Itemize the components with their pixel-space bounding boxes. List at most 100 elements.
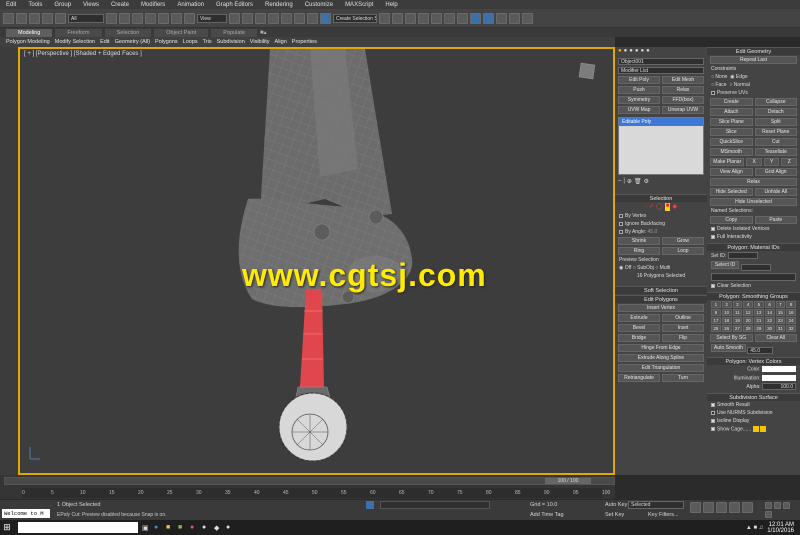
- create-tab-icon[interactable]: ●: [618, 48, 622, 56]
- play-icon[interactable]: [716, 502, 727, 513]
- auto-key-mode-dropdown[interactable]: Selected: [628, 501, 684, 509]
- constraint-face-radio[interactable]: ○ Face: [711, 82, 727, 88]
- ribbon-properties[interactable]: Properties: [292, 39, 317, 45]
- polygon-level-icon[interactable]: ■: [664, 203, 671, 211]
- toggle-ribbon-icon[interactable]: [418, 12, 429, 24]
- lock-selection-icon[interactable]: [366, 501, 374, 509]
- perspective-viewport[interactable]: [ + ] [Perspective ] [Shaded + Edged Fac…: [18, 47, 615, 475]
- smoothing-group-4-button[interactable]: 4: [743, 301, 753, 309]
- go-to-end-icon[interactable]: [742, 502, 753, 513]
- unhide-all-button[interactable]: Unhide All: [754, 188, 797, 196]
- constraint-none-radio[interactable]: ○ None: [711, 74, 727, 80]
- smooth-result-checkbox[interactable]: Smooth Result: [707, 401, 800, 409]
- move-icon[interactable]: [158, 12, 169, 24]
- select-manipulate-icon[interactable]: [242, 12, 253, 24]
- named-selection-set-dropdown[interactable]: Create Selection S: [333, 13, 377, 23]
- windows-start-icon[interactable]: ⊞: [0, 522, 14, 533]
- show-cage-checkbox[interactable]: Show Cage......: [707, 425, 800, 433]
- configure-modifier-sets-icon[interactable]: ⚙: [644, 178, 649, 185]
- x-button[interactable]: X: [746, 158, 762, 166]
- menu-maxscript[interactable]: MAXScript: [345, 2, 373, 8]
- smoothing-group-29-button[interactable]: 29: [754, 325, 764, 333]
- menu-tools[interactable]: Tools: [28, 2, 42, 8]
- cut-button[interactable]: Cut: [754, 138, 797, 146]
- snap-toggle-icon[interactable]: [268, 12, 279, 24]
- edge-level-icon[interactable]: ✓: [649, 203, 654, 211]
- 3dsmax-app-icon[interactable]: ◆: [214, 524, 226, 532]
- constraint-edge-radio[interactable]: ◉ Edge: [730, 74, 747, 80]
- edit-triangulation-button[interactable]: Edit Triangulation: [618, 364, 704, 372]
- render-setup-icon[interactable]: [470, 12, 481, 24]
- material-editor-icon[interactable]: [457, 12, 468, 24]
- cage-color-swatch[interactable]: [752, 426, 759, 432]
- smoothing-group-6-button[interactable]: 6: [764, 301, 775, 309]
- smoothing-group-20-button[interactable]: 20: [743, 317, 753, 325]
- go-to-start-icon[interactable]: [690, 502, 701, 513]
- hierarchy-tab-icon[interactable]: ●: [629, 48, 633, 56]
- copy-button[interactable]: Copy: [710, 216, 753, 224]
- smoothing-group-2-button[interactable]: 2: [721, 301, 732, 309]
- store-icon[interactable]: ■: [178, 524, 190, 531]
- hinge-from-edge-button[interactable]: Hinge From Edge: [618, 344, 704, 352]
- clear-all-button[interactable]: Clear All: [754, 334, 797, 343]
- by-vertex-checkbox[interactable]: By Vertex: [615, 212, 707, 220]
- cage-selected-color-swatch[interactable]: [759, 426, 766, 432]
- subdivision-surface-rollout-header[interactable]: Subdivision Surface: [707, 393, 800, 401]
- vertex-colors-rollout-header[interactable]: Polygon: Vertex Colors: [707, 357, 800, 366]
- smoothing-group-15-button[interactable]: 15: [775, 309, 786, 317]
- isoline-display-checkbox[interactable]: Isoline Display: [707, 417, 800, 425]
- menu-edit[interactable]: Edit: [6, 2, 16, 8]
- loop-button[interactable]: Loop: [662, 247, 704, 255]
- material-name-dropdown[interactable]: [711, 273, 796, 282]
- tab-freeform[interactable]: Freeform: [55, 28, 102, 37]
- smoothing-group-30-button[interactable]: 30: [764, 325, 775, 333]
- window-crossing-icon[interactable]: [145, 12, 156, 24]
- select-id-spinner[interactable]: [740, 264, 771, 272]
- remove-modifier-icon[interactable]: 🗑: [634, 178, 642, 185]
- smoothing-group-9-button[interactable]: 9: [711, 309, 721, 317]
- link-icon[interactable]: [29, 12, 40, 24]
- smoothing-group-14-button[interactable]: 14: [764, 309, 775, 317]
- smoothing-group-21-button[interactable]: 21: [754, 317, 764, 325]
- detach-button[interactable]: Detach: [754, 108, 797, 116]
- menu-group[interactable]: Group: [54, 2, 71, 8]
- smoothing-group-25-button[interactable]: 25: [711, 325, 721, 333]
- select-object-icon[interactable]: [106, 12, 117, 24]
- slice-button[interactable]: Slice: [710, 128, 753, 136]
- menu-animation[interactable]: Animation: [177, 2, 204, 8]
- ribbon-polygon-modeling[interactable]: Polygon Modeling: [6, 39, 50, 45]
- ribbon-modify-selection[interactable]: Modify Selection: [55, 39, 95, 45]
- retriangulate-button[interactable]: Retriangulate: [618, 374, 660, 382]
- auto-key-button[interactable]: Auto Key: [605, 502, 627, 508]
- show-end-result-icon[interactable]: |: [623, 178, 625, 185]
- vertex-level-icon[interactable]: ⋅: [645, 203, 647, 211]
- auto-smooth-threshold[interactable]: 45.0: [747, 347, 774, 355]
- edge-browser-icon[interactable]: ●: [154, 524, 166, 531]
- smoothing-group-19-button[interactable]: 19: [732, 317, 743, 325]
- rotate-icon[interactable]: [171, 12, 182, 24]
- color-swatch[interactable]: [762, 366, 796, 373]
- time-slider-thumb[interactable]: 100 / 100: [545, 478, 591, 484]
- app-icon-grey[interactable]: ●: [202, 524, 214, 531]
- motion-tab-icon[interactable]: ●: [635, 48, 639, 56]
- collapse-button[interactable]: Collapse: [754, 98, 797, 106]
- menu-graph-editors[interactable]: Graph Editors: [216, 2, 253, 8]
- ribbon-polygons[interactable]: Polygons: [155, 39, 178, 45]
- alpha-spinner[interactable]: 100.0: [762, 383, 796, 390]
- bevel-button[interactable]: Bevel: [618, 324, 660, 332]
- inset-button[interactable]: Inset: [662, 324, 704, 332]
- bind-space-warp-icon[interactable]: [55, 12, 66, 24]
- menu-create[interactable]: Create: [111, 2, 129, 8]
- schematic-view-icon[interactable]: [444, 12, 455, 24]
- render-iterative-icon[interactable]: [509, 12, 520, 24]
- task-view-icon[interactable]: ▣: [142, 524, 154, 532]
- grid-align-button[interactable]: Grid Align: [754, 168, 797, 176]
- angle-snap-icon[interactable]: [281, 12, 292, 24]
- smoothing-group-11-button[interactable]: 11: [732, 309, 743, 317]
- smoothing-group-18-button[interactable]: 18: [721, 317, 732, 325]
- reset-plane-button[interactable]: Reset Plane: [754, 128, 797, 136]
- ribbon-edit[interactable]: Edit: [100, 39, 109, 45]
- smoothing-group-8-button[interactable]: 8: [786, 301, 796, 309]
- keyboard-shortcut-icon[interactable]: [255, 12, 266, 24]
- select-id-button[interactable]: Select ID: [711, 261, 740, 269]
